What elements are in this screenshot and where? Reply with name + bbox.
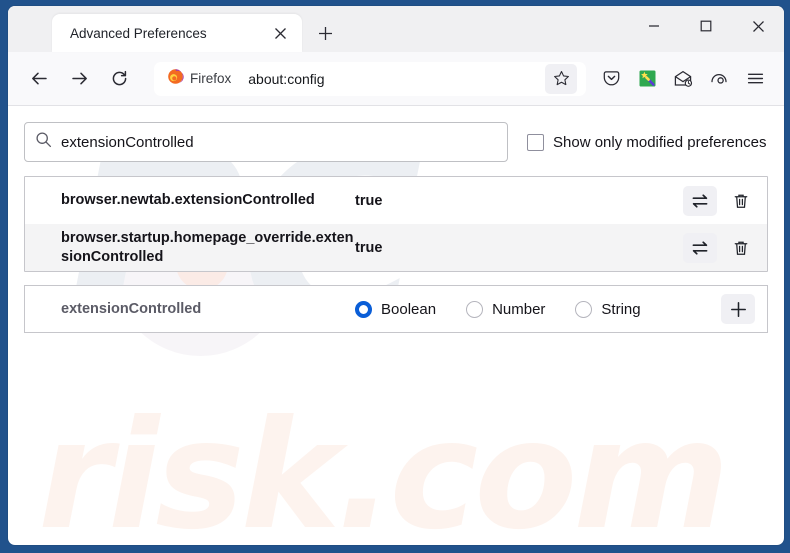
navigation-toolbar: Firefox about:config (8, 52, 784, 106)
search-input[interactable]: extensionControlled (24, 122, 508, 162)
firefox-brand-chip: Firefox (161, 65, 241, 92)
url-text: about:config (248, 70, 325, 87)
checkbox-box[interactable] (527, 133, 544, 151)
reload-button-icon[interactable] (102, 62, 136, 96)
radio-dot-boolean[interactable] (355, 300, 372, 318)
table-row[interactable]: browser.newtab.extensionControlled true (25, 177, 767, 224)
radio-option-number[interactable]: Number (466, 300, 546, 318)
row-actions (683, 185, 755, 216)
window-controls (628, 6, 784, 46)
search-input-value: extensionControlled (61, 133, 194, 151)
tab-strip: Advanced Preferences (8, 6, 784, 52)
radio-dot-number[interactable] (466, 300, 484, 318)
add-preference-row: extensionControlled Boolean Number Strin… (24, 285, 768, 333)
about-config-page: extensionControlled Show only modified p… (8, 106, 784, 333)
radio-label-number: Number (492, 300, 546, 318)
maximize-button[interactable] (680, 6, 732, 46)
preferences-table: browser.newtab.extensionControlled true (24, 176, 768, 272)
window-frame: PC risk.com Advanced Preferences (0, 0, 790, 553)
tab-advanced-preferences[interactable]: Advanced Preferences (52, 14, 302, 52)
pref-name: browser.startup.homepage_override.extens… (61, 230, 354, 265)
hamburger-menu-icon[interactable] (738, 63, 772, 95)
radio-option-boolean[interactable]: Boolean (355, 300, 437, 318)
radio-dot-string[interactable] (575, 300, 593, 318)
pref-value: true (355, 239, 383, 256)
tab-title: Advanced Preferences (70, 25, 207, 41)
add-preference-button[interactable] (721, 294, 755, 324)
filter-row: extensionControlled Show only modified p… (8, 122, 784, 162)
search-icon (35, 131, 52, 153)
row-actions (683, 232, 755, 263)
radio-label-string: String (601, 300, 641, 318)
minimize-button[interactable] (628, 6, 680, 46)
mail-icon[interactable] (666, 63, 700, 95)
bookmark-star-icon[interactable] (545, 63, 577, 94)
pref-type-options: Boolean Number String (355, 300, 721, 318)
pocket-icon[interactable] (594, 63, 628, 95)
browser-window: PC risk.com Advanced Preferences (8, 6, 784, 545)
toggle-swap-icon[interactable] (683, 232, 717, 263)
show-only-modified-label: Show only modified preferences (553, 133, 767, 151)
new-tab-button[interactable] (310, 18, 340, 48)
trash-icon[interactable] (727, 234, 755, 262)
close-window-button[interactable] (732, 6, 784, 46)
browser-chrome: Advanced Preferences Firefox about:confi… (8, 6, 784, 106)
firefox-brand-label: Firefox (190, 71, 232, 86)
pref-value: true (355, 192, 383, 209)
show-only-modified-checkbox[interactable]: Show only modified preferences (527, 133, 767, 151)
radio-label-boolean: Boolean (381, 300, 437, 318)
toggle-swap-icon[interactable] (683, 185, 717, 216)
pref-name: browser.newtab.extensionControlled (61, 192, 315, 209)
toolbar-icons (594, 63, 772, 95)
new-pref-name: extensionControlled (61, 301, 202, 317)
back-button-icon[interactable] (22, 62, 56, 96)
forward-button-icon[interactable] (62, 62, 96, 96)
extension-magic-wand-icon[interactable] (630, 63, 664, 95)
watermark-text-secondary: risk.com (38, 389, 730, 545)
trash-icon[interactable] (727, 187, 755, 215)
account-icon[interactable] (702, 63, 736, 95)
url-bar[interactable]: Firefox about:config (154, 61, 586, 96)
radio-option-string[interactable]: String (575, 300, 641, 318)
firefox-logo-icon (167, 68, 184, 90)
close-tab-icon[interactable] (268, 21, 292, 45)
table-row[interactable]: browser.startup.homepage_override.extens… (25, 224, 767, 271)
